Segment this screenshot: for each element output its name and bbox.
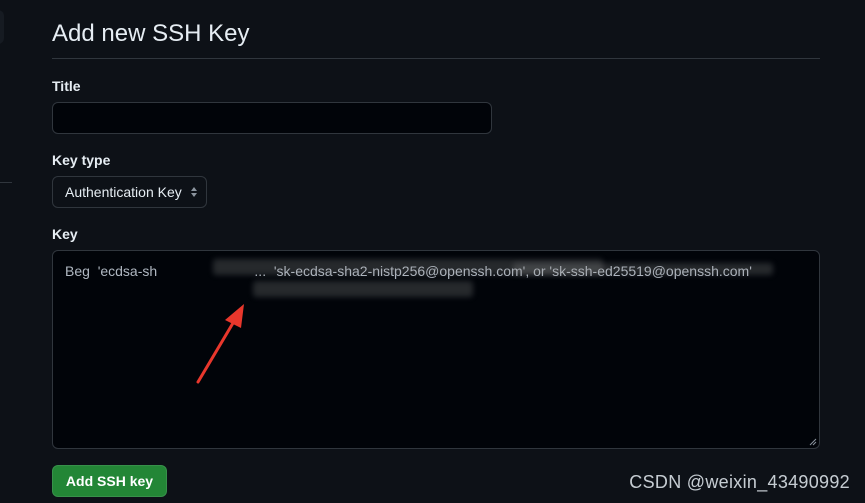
sidebar-divider	[0, 182, 12, 183]
key-label: Key	[52, 226, 78, 242]
title-divider	[52, 58, 820, 59]
resize-handle-icon[interactable]	[809, 438, 817, 446]
key-type-select[interactable]: Authentication Key	[52, 176, 207, 208]
annotation-arrow-icon	[196, 304, 244, 384]
page-title: Add new SSH Key	[52, 20, 250, 47]
ssh-key-page: Add new SSH Key Title Key type Authentic…	[0, 0, 865, 503]
select-updown-icon	[191, 187, 197, 197]
add-ssh-key-button[interactable]: Add SSH key	[52, 465, 167, 497]
csdn-watermark: CSDN @weixin_43490992	[629, 472, 850, 492]
sidebar-nav-item[interactable]	[0, 10, 4, 44]
title-input[interactable]	[52, 102, 492, 134]
key-type-selected-value: Authentication Key	[65, 184, 182, 200]
left-rail	[0, 0, 12, 503]
key-type-label: Key type	[52, 152, 111, 168]
key-textarea[interactable]: Beg 'ecdsa-sh ... 'sk-ecdsa-sha2-nistp25…	[52, 250, 820, 449]
redaction-blur	[513, 263, 773, 275]
redaction-blur	[253, 281, 473, 297]
title-label: Title	[52, 78, 81, 94]
